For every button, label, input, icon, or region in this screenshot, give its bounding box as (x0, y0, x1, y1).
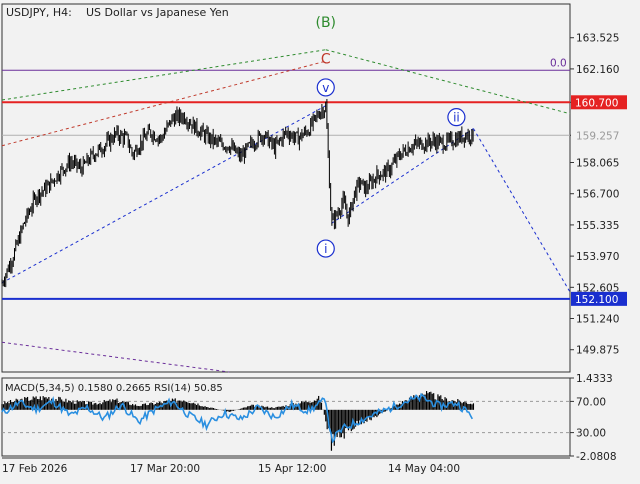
indicator-label: MACD(5,34,5) 0.1580 0.2665 RSI(14) 50.85 (5, 383, 223, 394)
y-tick-label: 149.875 (576, 345, 619, 357)
y-tick-label: 162.160 (576, 64, 619, 76)
wave-label: ii (453, 111, 460, 125)
level-price-label: 160.700 (575, 97, 618, 109)
chart-root: USDJPY, H4: US Dollar vs Japanese Yen 16… (0, 0, 640, 480)
wave-label: C (321, 51, 331, 67)
wave-label: i (324, 242, 327, 256)
y-tick-label: 163.525 (576, 33, 619, 45)
y-tick-label: 156.700 (576, 189, 619, 201)
y-tick-label: 151.240 (576, 314, 619, 326)
time-label-3: 15 Apr 12:00 (258, 463, 326, 475)
chart-svg: USDJPY, H4: US Dollar vs Japanese Yen 16… (0, 0, 640, 480)
level-price-label: 152.100 (575, 294, 618, 306)
wave-label: v (322, 81, 329, 95)
time-label-2: 17 Mar 20:00 (130, 463, 200, 475)
indicator-tick-label: 1.4333 (576, 373, 613, 385)
wave-label: (B) (315, 15, 336, 31)
time-label-4: 14 May 04:00 (388, 463, 460, 475)
symbol-description: US Dollar vs Japanese Yen (86, 6, 229, 19)
y-tick-label: 153.970 (576, 251, 619, 263)
fib-level-label: 0.0 (550, 57, 567, 69)
y-tick-label: 155.335 (576, 220, 619, 232)
indicator-tick-label: 70.00 (576, 396, 606, 408)
y-tick-label: 158.065 (576, 158, 619, 170)
symbol-label: USDJPY, H4: (6, 6, 72, 19)
indicator-tick-label: 30.00 (576, 428, 606, 440)
time-label-1: 17 Feb 2026 (2, 463, 68, 475)
indicator-tick-label: -2.0808 (576, 451, 617, 463)
current-price-label: 159.257 (576, 130, 619, 142)
